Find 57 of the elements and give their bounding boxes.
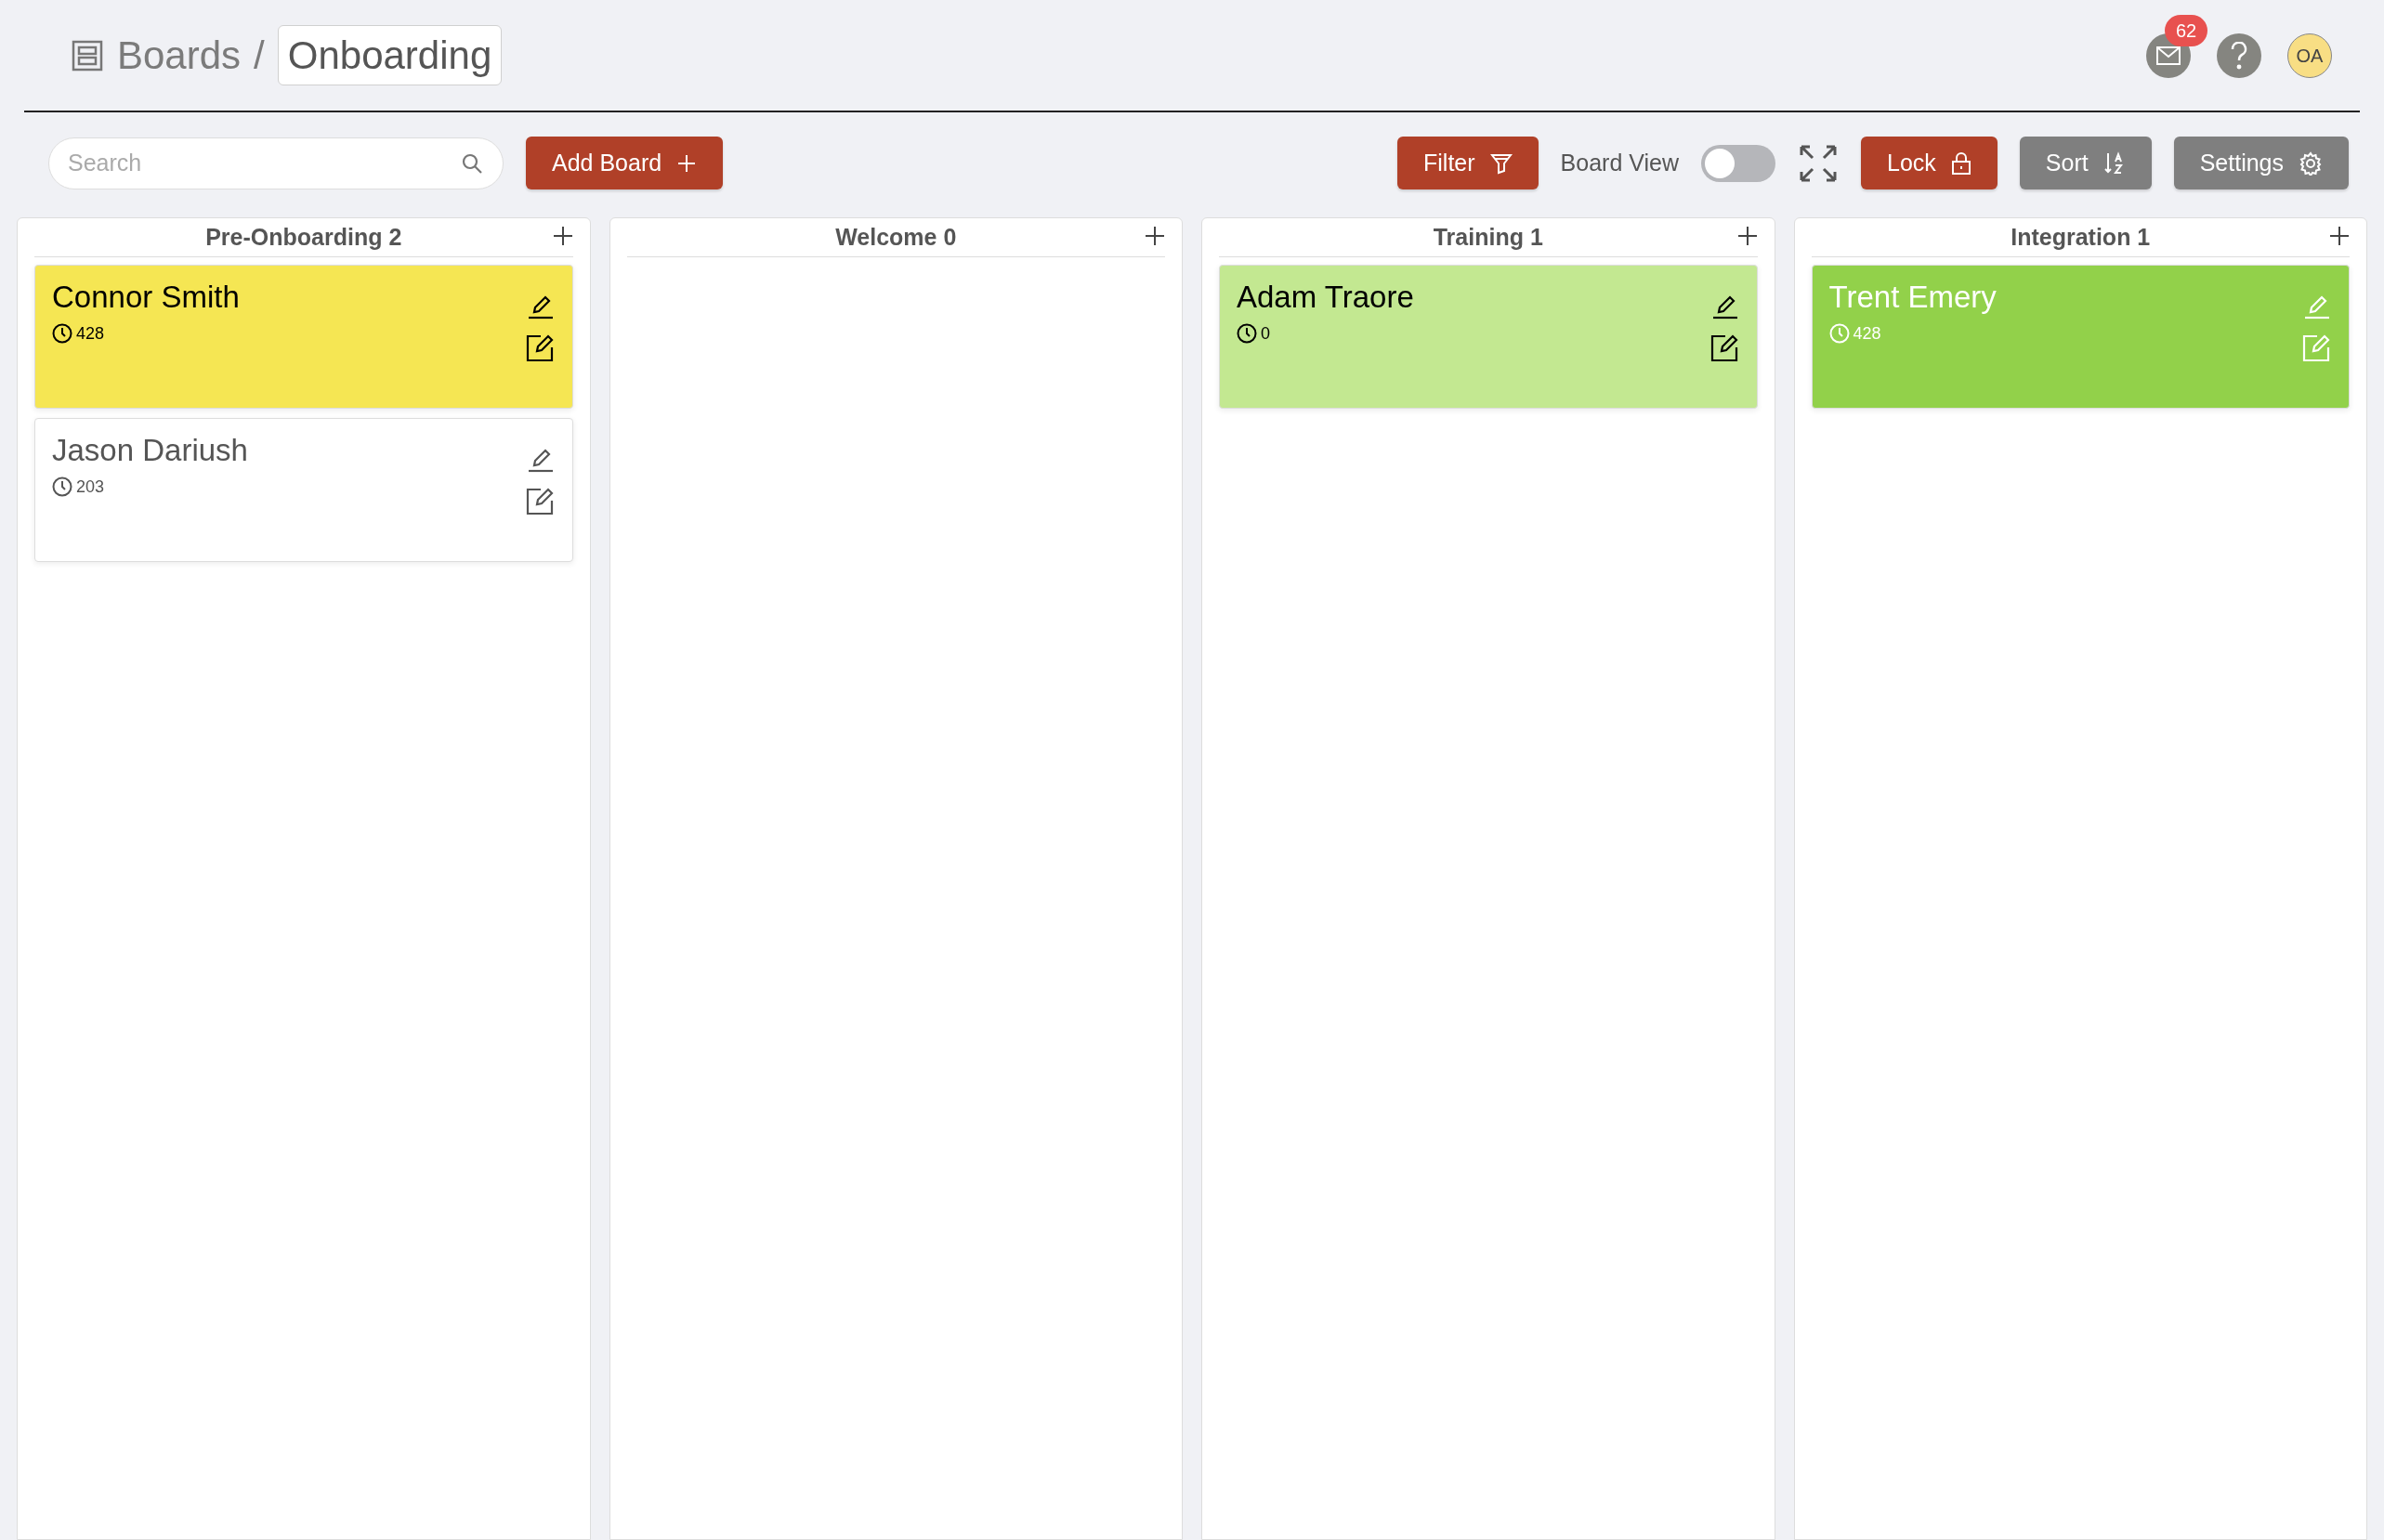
sort-button[interactable]: Sort [2019,137,2152,189]
plus-icon [2329,225,2350,246]
column-title: Welcome 0 [835,222,957,252]
pencil-square-icon [525,486,556,516]
person-name: Trent Emery [1828,279,1997,316]
clock-icon [52,323,72,345]
add-board-button[interactable]: Add Board [526,137,724,189]
question-icon [2230,41,2248,70]
search-icon [461,151,483,175]
edit-note-button[interactable] [1709,333,1740,362]
clock-icon [1828,323,1850,345]
person-card[interactable]: Adam Traore 0 [1219,265,1758,409]
time-count: 428 [76,322,105,345]
column-title: Pre-Onboarding 2 [205,222,402,252]
funnel-icon [1489,151,1513,175]
plus-icon [1145,225,1165,246]
time-count: 428 [1853,322,1881,345]
edit-note-button[interactable] [525,486,556,516]
clock-icon [1237,323,1257,345]
person-name: Adam Traore [1237,279,1414,316]
person-name: Jason Dariush [52,432,248,469]
notification-badge: 62 [2165,14,2208,46]
mail-icon [2156,46,2181,65]
search-field[interactable]: Search [48,137,504,189]
clock-icon [52,476,72,498]
toggle-label: Board View [1560,148,1679,177]
add-card-button[interactable] [1145,224,1165,246]
sort-icon [2102,150,2126,176]
settings-button[interactable]: Settings [2173,137,2349,189]
time-count: 203 [76,476,105,498]
help-button[interactable] [2217,33,2261,78]
time-count: 0 [1261,322,1270,345]
board-icon [71,38,104,72]
board-view-toggle[interactable] [1701,144,1775,182]
plus-icon [1736,225,1758,246]
pencil-square-icon [1709,333,1740,362]
pencil-square-icon [525,333,556,362]
column-title: Integration 1 [2011,222,2151,252]
plus-icon [676,152,698,174]
add-card-button[interactable] [552,224,573,246]
person-card[interactable]: Connor Smith 428 [34,265,573,409]
column-title: Training 1 [1433,222,1543,252]
edit-note-button[interactable] [525,333,556,362]
add-card-button[interactable] [1736,224,1758,246]
plus-icon [552,225,573,246]
board-title[interactable]: Onboarding [277,25,503,85]
settings-icon [2299,150,2323,176]
person-name: Connor Smith [52,279,240,316]
filter-button[interactable]: Filter [1397,137,1539,189]
person-card[interactable]: Jason Dariush 203 [34,418,573,562]
lock-button[interactable]: Lock [1861,137,1998,189]
lock-icon [1950,151,1971,175]
user-avatar[interactable]: OA [2287,33,2332,78]
breadcrumb-link[interactable]: Boards [117,26,242,85]
breadcrumb-separator: / [254,33,265,79]
pencil-square-icon [2302,333,2332,362]
add-card-button[interactable] [2329,224,2350,246]
